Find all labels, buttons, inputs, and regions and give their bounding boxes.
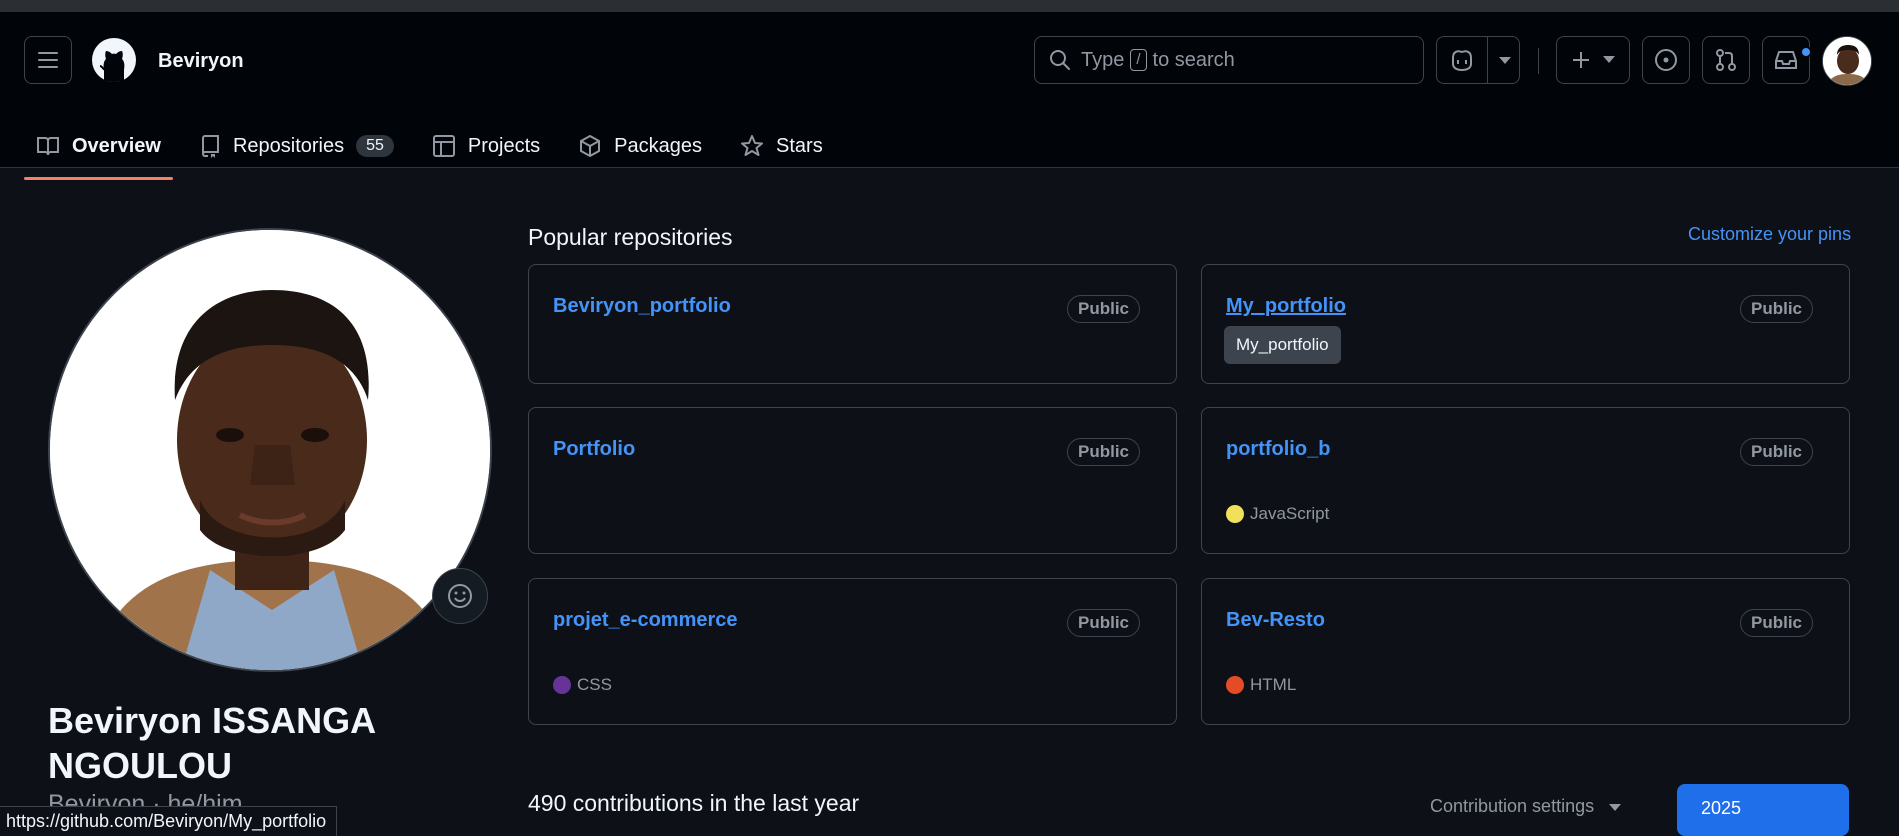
- plus-icon: [1573, 52, 1589, 68]
- copilot-button[interactable]: [1436, 36, 1520, 84]
- issues-button[interactable]: [1642, 36, 1690, 84]
- window-top-strip: [0, 0, 1899, 12]
- chevron-down-icon: [1603, 56, 1615, 63]
- visibility-badge: Public: [1739, 295, 1813, 323]
- table-icon: [432, 135, 455, 157]
- language-color-dot: [1226, 505, 1244, 523]
- language-name: HTML: [1250, 675, 1297, 694]
- repositories-counter: 55: [356, 135, 394, 157]
- repo-name-link[interactable]: Portfolio: [553, 438, 635, 461]
- repo-card: My_portfolio Public: [1201, 264, 1850, 384]
- tab-packages[interactable]: Packages: [566, 118, 714, 174]
- book-icon: [37, 137, 59, 156]
- issues-icon: [1655, 49, 1677, 71]
- year-2025-button[interactable]: 2025: [1677, 784, 1849, 836]
- search-input[interactable]: Type / to search: [1034, 36, 1424, 84]
- search-prefix: Type: [1081, 48, 1125, 71]
- tab-stars[interactable]: Stars: [728, 118, 835, 174]
- tab-projects[interactable]: Projects: [420, 118, 552, 174]
- chevron-down-icon[interactable]: [1499, 57, 1511, 65]
- create-new-button[interactable]: [1556, 36, 1630, 84]
- smiley-icon: [448, 584, 472, 608]
- repo-card: Portfolio Public: [528, 407, 1177, 554]
- customize-pins-link[interactable]: Customize your pins: [1688, 224, 1851, 245]
- repo-name-link[interactable]: My_portfolio: [1226, 295, 1346, 318]
- contribution-settings-dropdown[interactable]: Contribution settings: [1430, 796, 1622, 817]
- app-header: Beviryon Type / to search Overview Repos…: [0, 12, 1899, 180]
- language-color-dot: [1226, 676, 1244, 694]
- language-color-dot: [553, 676, 571, 694]
- chevron-down-icon: [1609, 804, 1622, 811]
- copilot-divider: [1487, 37, 1488, 83]
- repo-card: projet_e-commerce Public CSS: [528, 578, 1177, 725]
- repo-icon: [201, 135, 219, 158]
- tab-label: Stars: [776, 134, 823, 157]
- inbox-icon: [1775, 51, 1797, 69]
- tab-label: Packages: [614, 134, 703, 157]
- contribution-settings-label: Contribution settings: [1430, 796, 1595, 816]
- repo-name-link[interactable]: Beviryon_portfolio: [553, 295, 731, 318]
- search-icon: [1050, 50, 1070, 70]
- pull-request-icon: [1716, 49, 1736, 71]
- search-shortcut-key: /: [1130, 49, 1147, 71]
- notification-indicator: [1800, 46, 1812, 58]
- tab-overview[interactable]: Overview: [24, 118, 173, 180]
- header-separator: [1538, 48, 1539, 74]
- language-name: JavaScript: [1250, 504, 1330, 523]
- profile-full-name: Beviryon ISSANGA NGOULOU: [48, 700, 375, 786]
- repo-language: JavaScript: [1226, 504, 1329, 524]
- visibility-badge: Public: [1739, 438, 1813, 466]
- repo-name-link[interactable]: projet_e-commerce: [553, 609, 738, 632]
- language-name: CSS: [577, 675, 612, 694]
- menu-icon: [38, 52, 58, 68]
- set-status-button[interactable]: [432, 568, 488, 624]
- visibility-badge: Public: [1066, 609, 1140, 637]
- tab-label: Projects: [467, 134, 541, 157]
- link-status-bar: https://github.com/Beviryon/My_portfolio: [0, 806, 338, 836]
- repo-name-link[interactable]: portfolio_b: [1226, 438, 1330, 461]
- star-icon: [741, 135, 764, 156]
- package-icon: [580, 134, 601, 158]
- repo-name-tooltip: My_portfolio: [1224, 326, 1341, 364]
- repo-card: portfolio_b Public JavaScript: [1201, 407, 1850, 554]
- tab-label: Overview: [72, 134, 161, 157]
- visibility-badge: Public: [1066, 438, 1140, 466]
- visibility-badge: Public: [1739, 609, 1813, 637]
- profile-avatar[interactable]: [48, 228, 492, 672]
- inbox-button[interactable]: [1762, 36, 1810, 84]
- search-suffix: to search: [1152, 48, 1235, 71]
- visibility-badge: Public: [1066, 295, 1140, 323]
- pull-requests-button[interactable]: [1702, 36, 1750, 84]
- user-avatar[interactable]: [1822, 36, 1872, 86]
- popular-repos-title: Popular repositories: [528, 224, 733, 250]
- repo-language: CSS: [553, 675, 612, 695]
- tab-label: Repositories: [232, 134, 345, 157]
- github-logo-icon[interactable]: [90, 36, 138, 84]
- profile-tabs: Overview Repositories 55 Projects Packag…: [24, 118, 849, 180]
- tab-repositories[interactable]: Repositories 55: [187, 118, 406, 174]
- copilot-icon: [1452, 50, 1472, 72]
- contributions-summary: 490 contributions in the last year: [528, 790, 860, 816]
- repo-language: HTML: [1226, 675, 1296, 695]
- repo-name-link[interactable]: Bev-Resto: [1226, 609, 1325, 632]
- repo-card: Beviryon_portfolio Public: [528, 264, 1177, 384]
- repo-card: Bev-Resto Public HTML: [1201, 578, 1850, 725]
- menu-button[interactable]: [24, 36, 72, 84]
- header-username[interactable]: Beviryon: [158, 50, 244, 73]
